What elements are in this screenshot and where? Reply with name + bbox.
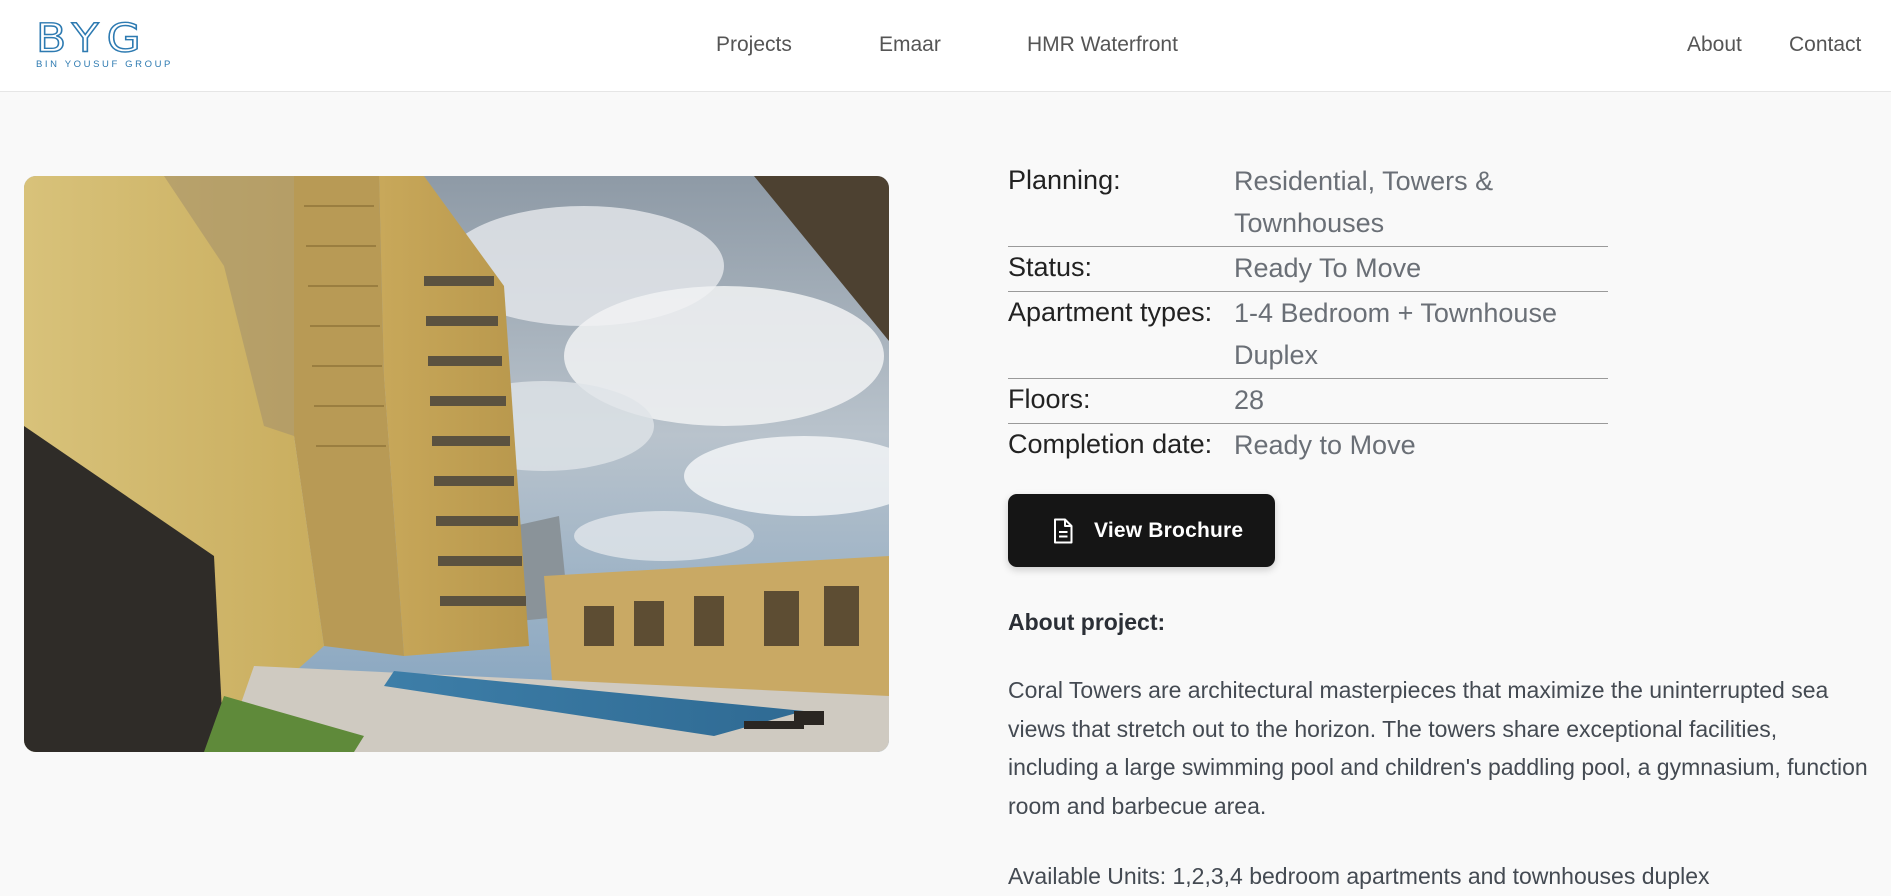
nav-link-emaar[interactable]: Emaar (879, 33, 941, 57)
nav-link-hmr-waterfront[interactable]: HMR Waterfront (1027, 33, 1178, 57)
about-description: Coral Towers are architectural masterpie… (1008, 677, 1868, 819)
spec-label: Completion date: (1008, 429, 1213, 459)
spec-row-floors: Floors: 28 (1008, 379, 1608, 424)
spec-label: Status: (1008, 252, 1093, 282)
spec-row-status: Status: Ready To Move (1008, 247, 1608, 292)
spec-value: 1-4 Bedroom + Townhouse Duplex (1234, 298, 1557, 370)
logo-subtitle: BIN YOUSUF GROUP (36, 59, 173, 70)
nav-link-projects[interactable]: Projects (716, 33, 792, 57)
spec-value: 28 (1234, 385, 1265, 415)
spec-label: Floors: (1008, 384, 1091, 414)
project-photo (24, 176, 889, 752)
brand-logo[interactable]: BYG BIN YOUSUF GROUP (35, 15, 210, 71)
view-brochure-label: View Brochure (1094, 518, 1244, 542)
spec-value: Residential, Towers & Townhouses (1234, 166, 1494, 238)
spec-label: Planning: (1008, 165, 1121, 195)
spec-label: Apartment types: (1008, 297, 1213, 327)
project-specs: Planning: Residential, Towers & Townhous… (1008, 160, 1608, 468)
nav-link-contact[interactable]: Contact (1789, 33, 1861, 57)
logo-mark: BYG (35, 15, 149, 62)
available-units-text: Available Units: 1,2,3,4 bedroom apartme… (1008, 863, 1710, 889)
about-heading: About project: (1008, 609, 1166, 635)
document-icon (1052, 518, 1074, 544)
spec-value: Ready to Move (1234, 430, 1416, 460)
spec-row-apartment-types: Apartment types: 1-4 Bedroom + Townhouse… (1008, 292, 1608, 379)
nav-link-about[interactable]: About (1687, 33, 1742, 57)
spec-value: Ready To Move (1234, 253, 1422, 283)
spec-row-planning: Planning: Residential, Towers & Townhous… (1008, 160, 1608, 247)
site-header: BYG BIN YOUSUF GROUP Projects Emaar HMR … (0, 0, 1891, 92)
spec-row-completion-date: Completion date: Ready to Move (1008, 424, 1608, 468)
view-brochure-button[interactable]: View Brochure (1008, 494, 1275, 567)
